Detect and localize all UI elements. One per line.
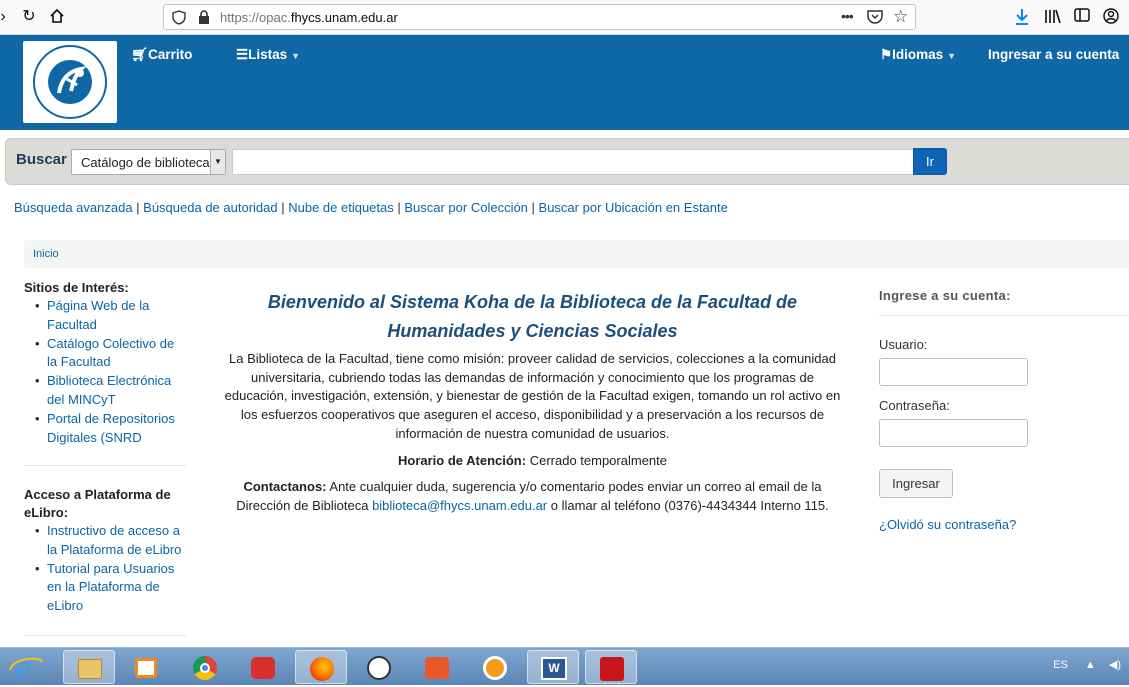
system-tray: ES ▲ ◀) (1053, 658, 1121, 671)
chevron-down-icon: ▼ (947, 51, 957, 61)
contact-email-link[interactable]: biblioteca@fhycs.unam.edu.ar (372, 498, 547, 513)
elibro-instructions-link[interactable]: Instructivo de acceso ala Plataforma de … (24, 522, 189, 560)
divider (879, 315, 1129, 316)
word-icon[interactable]: W (527, 650, 579, 684)
lock-icon[interactable] (198, 10, 210, 27)
cart-icon: 🛒︎ (131, 47, 149, 62)
site-link-collective-catalog[interactable]: Catálogo Colectivo dela Facultad (24, 335, 186, 373)
list-icon: ☰ (236, 47, 249, 62)
pdf-icon[interactable] (585, 650, 637, 684)
sites-list: Página Web de laFacultad Catálogo Colect… (24, 297, 186, 447)
welcome-title: Bienvenido al Sistema Koha de la Bibliot… (267, 292, 798, 341)
site-header: 🛒︎Carrito ☰Listas ▼ ⚑Idiomas ▼ Ingresar a … (0, 35, 1129, 130)
chevron-down-icon: ▼ (291, 51, 301, 61)
sidebar-icon[interactable] (1073, 8, 1091, 26)
breadcrumb-home[interactable]: Inicio (33, 248, 59, 260)
tag-cloud-link[interactable]: Nube de etiquetas (288, 200, 394, 215)
url-text[interactable]: https://opac.fhycs.unam.edu.ar (220, 10, 398, 25)
firefox-icon[interactable] (295, 650, 347, 684)
media-icon[interactable] (121, 650, 173, 684)
cart-link[interactable]: 🛒︎Carrito (131, 47, 192, 63)
svg-text:e: e (14, 651, 32, 684)
faculty-logo[interactable] (23, 41, 117, 123)
username-label: Usuario: (879, 337, 928, 352)
windows-taskbar: e W ES ▲ ◀) (0, 647, 1129, 686)
catalog-select-value: Catálogo de biblioteca (81, 155, 210, 170)
account-icon[interactable] (1102, 8, 1120, 26)
tray-expand-icon[interactable]: ▲ (1085, 659, 1096, 671)
left-sidebar: Sitios de Interés: Página Web de laFacul… (24, 279, 186, 447)
language-indicator[interactable]: ES (1053, 659, 1068, 671)
explorer-icon[interactable] (63, 650, 115, 684)
username-input[interactable] (879, 358, 1028, 386)
hours-text: Horario de Atención: Cerrado temporalmen… (397, 452, 667, 468)
search-bar: Buscar Catálogo de biblioteca ▼ Ir (5, 138, 1129, 185)
star-icon[interactable]: ☆ (893, 7, 908, 27)
sites-title: Sitios de Interés: (24, 280, 129, 295)
download-icon[interactable] (1013, 8, 1031, 26)
pocket-icon[interactable] (867, 9, 883, 27)
site-link-electronic-library[interactable]: Biblioteca Electrónicadel MINCyT (24, 372, 186, 410)
mission-text: La Biblioteca de la Facultad, tiene como… (224, 351, 841, 441)
clock-icon[interactable] (353, 650, 405, 684)
forgot-password-link[interactable]: ¿Olvidó su contraseña? (879, 517, 1016, 532)
shield-icon[interactable] (172, 10, 186, 28)
collection-search-link[interactable]: Buscar por Colección (404, 200, 528, 215)
divider (24, 635, 186, 636)
catalog-select[interactable]: Catálogo de biblioteca ▼ (71, 149, 226, 175)
contact-text: Contactanos: Ante cualquier duda, sugere… (236, 479, 829, 513)
app2-icon[interactable] (411, 650, 463, 684)
elibro-list: Instructivo de acceso ala Plataforma de … (24, 522, 189, 616)
more-searches: Búsqueda avanzada | Búsqueda de autorida… (14, 200, 728, 215)
breadcrumb: Inicio (24, 240, 1129, 268)
password-label: Contraseña: (879, 398, 950, 413)
login-link[interactable]: Ingresar a su cuenta (988, 47, 1119, 62)
url-bar[interactable]: https://opac.fhycs.unam.edu.ar ••• ☆ (163, 4, 916, 30)
elibro-section: Acceso a Plataforma deeLibro: Instructiv… (24, 486, 189, 616)
search-input[interactable] (232, 149, 914, 175)
more-icon[interactable]: ••• (841, 8, 854, 24)
lists-menu[interactable]: ☰Listas ▼ (236, 47, 300, 63)
app-icon[interactable] (237, 650, 289, 684)
password-input[interactable] (879, 419, 1028, 447)
login-title: Ingrese a su cuenta: (879, 288, 1011, 303)
back-icon[interactable]: › (0, 8, 12, 26)
divider (24, 465, 186, 466)
ie-icon[interactable]: e (6, 650, 58, 686)
flag-icon: ⚑ (880, 47, 893, 62)
elibro-tutorial-link[interactable]: Tutorial para Usuariosen la Plataforma d… (24, 560, 189, 616)
welcome-section: Bienvenido al Sistema Koha de la Bibliot… (210, 288, 855, 516)
login-panel: Ingrese a su cuenta: (879, 288, 1129, 303)
shield-app-icon[interactable] (469, 650, 521, 684)
advanced-search-link[interactable]: Búsqueda avanzada (14, 200, 133, 215)
login-button[interactable]: Ingresar (879, 469, 953, 498)
chevron-down-icon[interactable]: ▼ (210, 150, 225, 174)
library-icon[interactable] (1044, 8, 1062, 26)
volume-icon[interactable]: ◀) (1109, 659, 1121, 671)
authority-search-link[interactable]: Búsqueda de autoridad (143, 200, 277, 215)
search-go-button[interactable]: Ir (913, 148, 947, 175)
shelf-browse-link[interactable]: Buscar por Ubicación en Estante (539, 200, 728, 215)
elibro-title: Acceso a Plataforma de eLibro: (24, 487, 171, 520)
reload-icon[interactable]: ↻ (20, 8, 38, 26)
search-label: Buscar (16, 151, 67, 168)
site-link-repositories[interactable]: Portal de RepositoriosDigitales (SNRD (24, 410, 186, 448)
browser-toolbar: › ↻ https://opac.fhycs.unam.edu.ar ••• ☆ (0, 0, 1129, 35)
languages-menu[interactable]: ⚑Idiomas ▼ (880, 47, 956, 63)
home-icon[interactable] (48, 8, 66, 26)
site-link-faculty-web[interactable]: Página Web de laFacultad (24, 297, 186, 335)
chrome-icon[interactable] (179, 650, 231, 684)
